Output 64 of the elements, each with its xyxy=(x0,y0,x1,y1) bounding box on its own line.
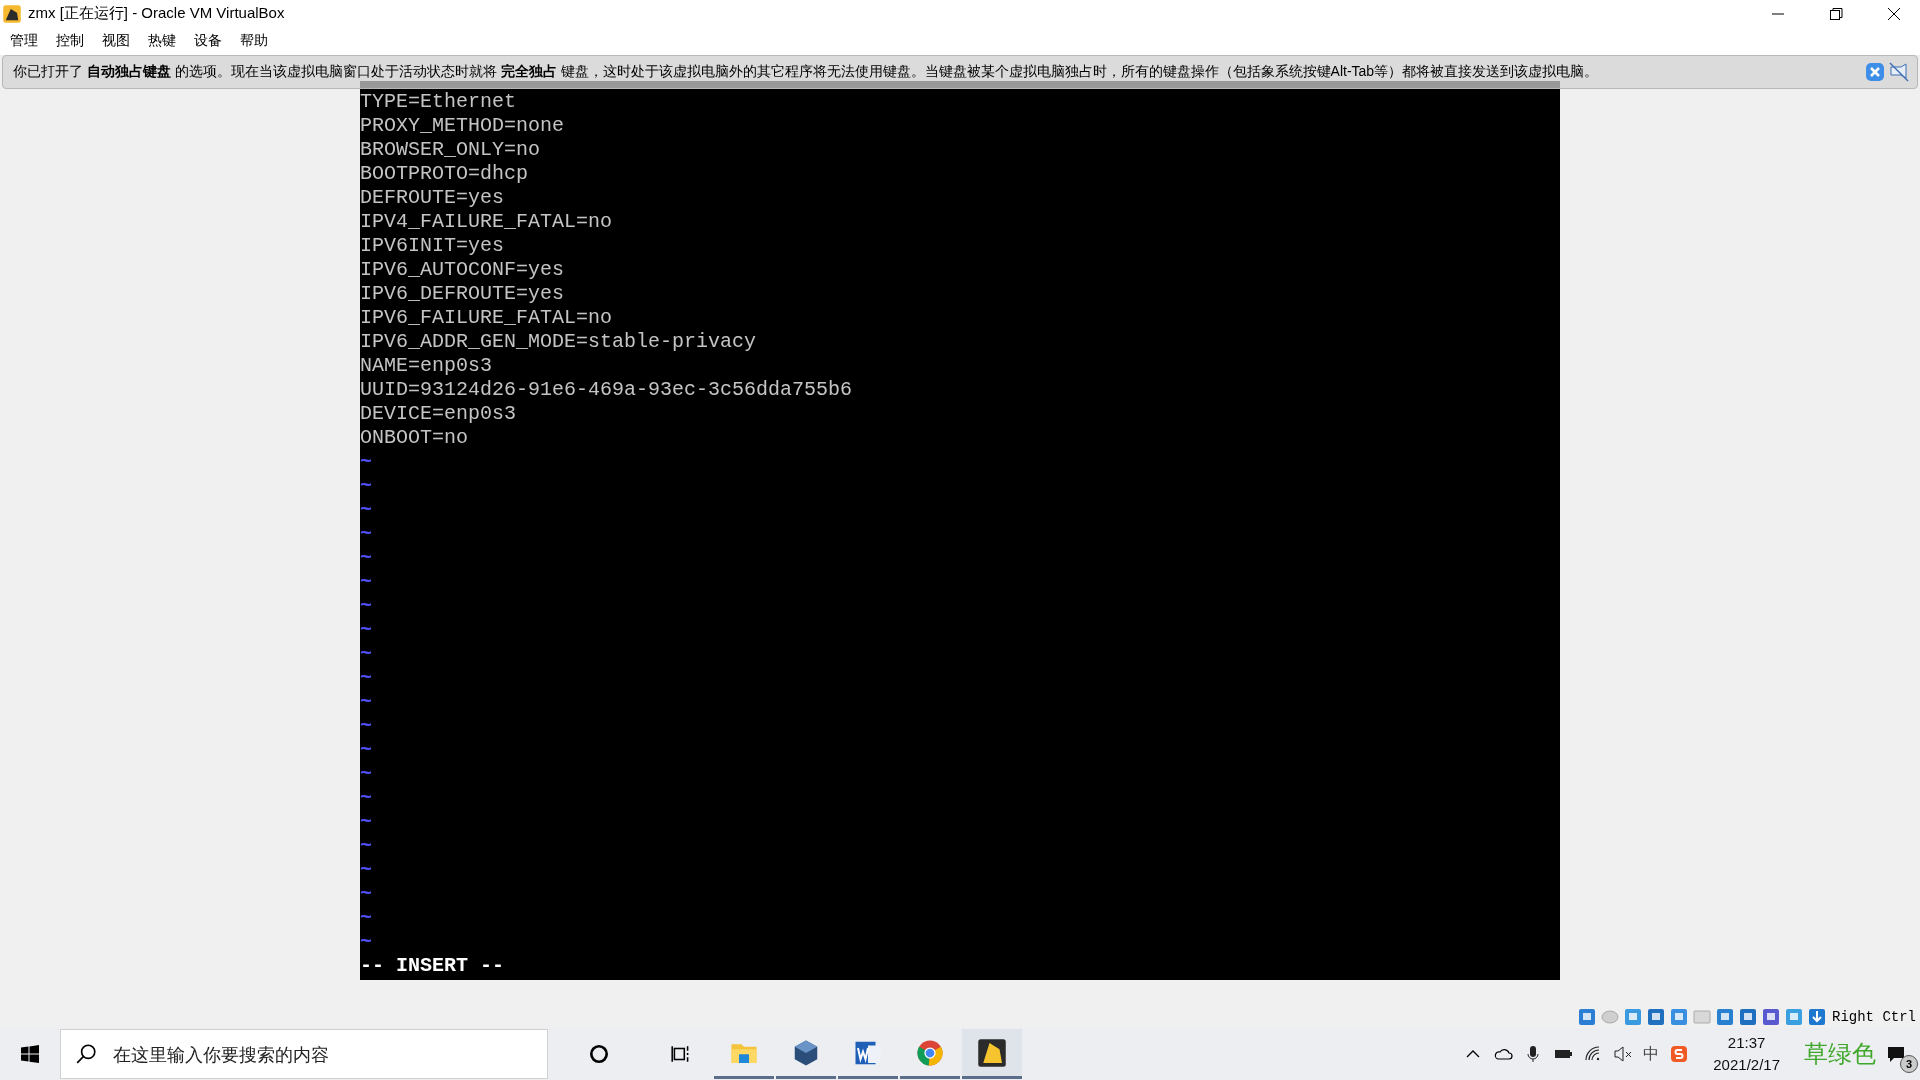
notification-text: 你已打开了 自动独占键盘 的选项。现在当该虚拟电脑窗口处于活动状态时就将 完全独占 键盘，这时处于该虚拟电脑外的其它程序将无法使用键盘。当键盘被某个虚拟电脑独占时，所有的键盘操作（包括象系统按键Alt-Tab等）都将被直接发送到该虚拟电脑。 xyxy=(13,62,1600,81)
mute-icon[interactable] xyxy=(1889,61,1909,82)
search-icon xyxy=(75,1043,97,1066)
window-title: zmx [正在运行] - Oracle VM VirtualBox xyxy=(28,4,285,24)
empty-line-tilde: ~ xyxy=(360,737,372,761)
cortana-icon[interactable] xyxy=(588,1043,610,1066)
empty-line-tilde: ~ xyxy=(360,665,372,689)
muted-speaker-icon[interactable] xyxy=(1613,1044,1634,1065)
empty-line-tilde: ~ xyxy=(360,449,372,473)
empty-line-tilde: ~ xyxy=(360,497,372,521)
empty-line-tilde: ~ xyxy=(360,689,372,713)
config-line: IPV6INIT=yes xyxy=(360,233,506,258)
config-line: TYPE=Ethernet xyxy=(360,89,518,114)
clock[interactable]: 21:37 2021/2/17 xyxy=(1713,1032,1780,1077)
empty-line-tilde: ~ xyxy=(360,617,372,641)
empty-line-tilde: ~ xyxy=(360,905,372,929)
config-line: BROWSER_ONLY=no xyxy=(360,137,542,162)
notification-icon[interactable] xyxy=(1886,1044,1906,1065)
empty-line-tilde: ~ xyxy=(360,473,372,497)
config-line: NAME=enp0s3 xyxy=(360,353,494,378)
empty-line-tilde: ~ xyxy=(360,641,372,665)
empty-line-tilde: ~ xyxy=(360,761,372,785)
config-line: BOOTPROTO=dhcp xyxy=(360,161,530,186)
config-line: IPV6_AUTOCONF=yes xyxy=(360,257,566,282)
empty-line-tilde: ~ xyxy=(360,569,372,593)
empty-line-tilde: ~ xyxy=(360,857,372,881)
config-line: DEVICE=enp0s3 xyxy=(360,401,518,426)
menu-item[interactable]: 管理 xyxy=(8,32,40,51)
sogou-icon[interactable] xyxy=(1669,1044,1690,1065)
empty-line-tilde: ~ xyxy=(360,785,372,809)
taskbar-search-box[interactable]: 在这里输入你要搜索的内容 xyxy=(60,1029,548,1080)
config-line: DEFROUTE=yes xyxy=(360,185,506,210)
clock-date: 2021/2/17 xyxy=(1713,1055,1780,1076)
search-field[interactable]: 在这里输入你要搜索的内容 xyxy=(111,1042,547,1066)
config-line: IPV6_ADDR_GEN_MODE=stable-privacy xyxy=(360,329,758,354)
menu-item[interactable]: 热键 xyxy=(146,32,178,51)
config-line: IPV4_FAILURE_FATAL=no xyxy=(360,209,614,234)
config-line: UUID=93124d26-91e6-469a-93ec-3c56dda755b6 xyxy=(360,377,854,402)
app-icon xyxy=(977,1037,1007,1068)
notification-count-badge: 3 xyxy=(1900,1055,1918,1074)
config-line: IPV6_DEFROUTE=yes xyxy=(360,281,566,306)
insert-mode-indicator: -- INSERT -- xyxy=(360,953,505,977)
menu-item[interactable]: 帮助 xyxy=(238,32,270,51)
menu-item[interactable]: 控制 xyxy=(54,32,86,51)
config-line: IPV6_FAILURE_FATAL=no xyxy=(360,305,614,330)
config-line: PROXY_METHOD=none xyxy=(360,113,566,138)
clock-time: 21:37 xyxy=(1727,1033,1766,1054)
menu-item[interactable]: 设备 xyxy=(192,32,224,51)
empty-line-tilde: ~ xyxy=(360,545,372,569)
ime-indicator[interactable]: 中 xyxy=(1643,1043,1660,1065)
ime-skin-label: 草绿色 xyxy=(1804,1039,1876,1071)
taskbar-app-button[interactable] xyxy=(962,1029,1022,1080)
host-key-label: Right Ctrl xyxy=(1832,1008,1916,1025)
windows-start-icon[interactable] xyxy=(20,1044,40,1065)
empty-line-tilde: ~ xyxy=(360,881,372,905)
menu-item[interactable]: 视图 xyxy=(100,32,132,51)
empty-line-tilde: ~ xyxy=(360,833,372,857)
empty-line-tilde: ~ xyxy=(360,929,372,953)
config-line: ONBOOT=no xyxy=(360,425,470,450)
empty-line-tilde: ~ xyxy=(360,593,372,617)
empty-line-tilde: ~ xyxy=(360,521,372,545)
empty-line-tilde: ~ xyxy=(360,713,372,737)
empty-line-tilde: ~ xyxy=(360,809,372,833)
app-icon xyxy=(2,3,22,24)
